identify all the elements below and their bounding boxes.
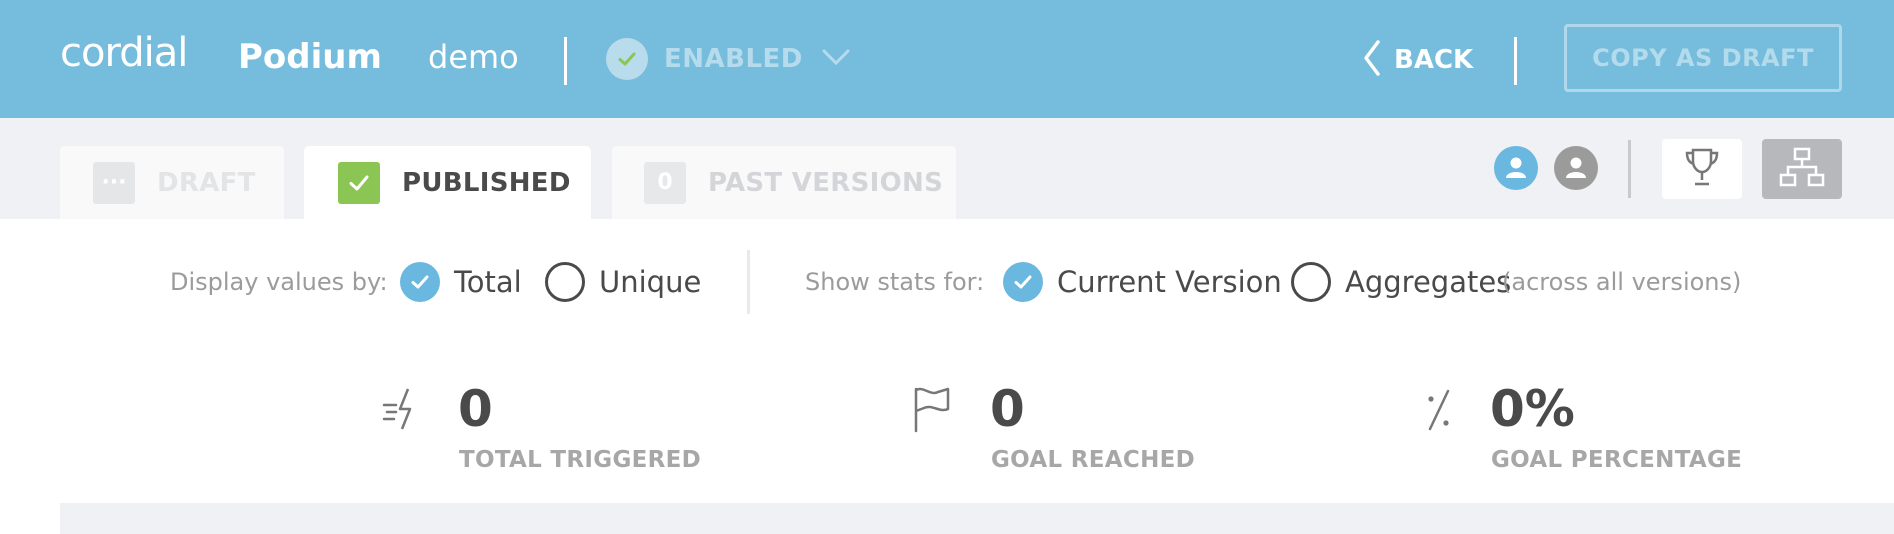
trophy-button[interactable] bbox=[1662, 139, 1742, 199]
total-triggered-caption: TOTAL TRIGGERED bbox=[459, 447, 702, 473]
radio-unique[interactable]: Unique bbox=[545, 262, 701, 302]
radio-total-label: Total bbox=[454, 265, 522, 299]
radio-aggregates-label: Aggregates bbox=[1345, 265, 1512, 299]
user-icon[interactable] bbox=[1494, 146, 1538, 190]
goal-percentage-caption: GOAL PERCENTAGE bbox=[1491, 447, 1743, 473]
tab-past-versions[interactable]: 0 PAST VERSIONS bbox=[612, 146, 956, 219]
trophy-icon bbox=[1684, 147, 1720, 191]
tab-past-versions-label: PAST VERSIONS bbox=[708, 167, 944, 198]
percent-icon bbox=[1424, 385, 1454, 437]
hierarchy-button[interactable] bbox=[1762, 139, 1842, 199]
check-icon bbox=[338, 161, 380, 204]
radio-unique-label: Unique bbox=[599, 265, 702, 299]
checked-radio-icon bbox=[1003, 262, 1043, 302]
stats-filter-row: Display values by: Total Unique Show sta… bbox=[0, 250, 1894, 316]
more-icon: ··· bbox=[93, 161, 135, 204]
filter-divider bbox=[747, 250, 750, 314]
chevron-down-icon bbox=[821, 47, 851, 71]
tab-draft-label: DRAFT bbox=[157, 167, 256, 198]
header-divider bbox=[564, 37, 567, 85]
version-tab-bar: ··· DRAFT PUBLISHED 0 PAST VERSIONS bbox=[0, 118, 1894, 219]
app-name: Podium bbox=[238, 37, 382, 77]
back-button[interactable]: BACK bbox=[1362, 40, 1473, 80]
display-values-label: Display values by: bbox=[170, 268, 388, 296]
tab-draft[interactable]: ··· DRAFT bbox=[60, 146, 284, 219]
status-label: ENABLED bbox=[664, 44, 803, 74]
tab-published[interactable]: PUBLISHED bbox=[304, 146, 591, 219]
cordial-logo[interactable]: cordial bbox=[60, 30, 188, 76]
goal-reached-caption: GOAL REACHED bbox=[991, 447, 1196, 473]
unchecked-radio-icon bbox=[545, 262, 585, 302]
radio-aggregates[interactable]: Aggregates bbox=[1291, 262, 1511, 302]
checked-radio-icon bbox=[400, 262, 440, 302]
content-panel-edge bbox=[60, 503, 1894, 534]
lightning-icon bbox=[382, 385, 426, 437]
campaign-name: demo bbox=[428, 38, 519, 76]
radio-current-version-label: Current Version bbox=[1057, 265, 1282, 299]
tools-divider bbox=[1628, 140, 1631, 198]
status-dropdown[interactable]: ENABLED bbox=[606, 38, 851, 80]
back-label: BACK bbox=[1394, 45, 1474, 75]
flag-icon bbox=[910, 385, 954, 437]
copy-as-draft-button[interactable]: COPY AS DRAFT bbox=[1564, 24, 1842, 92]
sitemap-icon bbox=[1779, 147, 1825, 191]
header-divider bbox=[1514, 37, 1517, 85]
total-triggered-value: 0 bbox=[458, 380, 493, 438]
show-stats-label: Show stats for: bbox=[805, 268, 985, 296]
radio-current-version[interactable]: Current Version bbox=[1003, 262, 1282, 302]
unchecked-radio-icon bbox=[1291, 262, 1331, 302]
user-icon[interactable] bbox=[1554, 146, 1598, 190]
top-header: cordial Podium demo ENABLED BACK COPY AS… bbox=[0, 0, 1894, 118]
radio-total[interactable]: Total bbox=[400, 262, 522, 302]
goal-percentage-value: 0% bbox=[1490, 380, 1575, 438]
aggregates-note: (across all versions) bbox=[1502, 268, 1742, 296]
tab-published-label: PUBLISHED bbox=[402, 167, 571, 198]
goal-reached-value: 0 bbox=[990, 380, 1025, 438]
past-versions-count: 0 bbox=[644, 161, 686, 204]
check-circle-icon bbox=[606, 38, 648, 80]
chevron-left-icon bbox=[1362, 39, 1382, 81]
